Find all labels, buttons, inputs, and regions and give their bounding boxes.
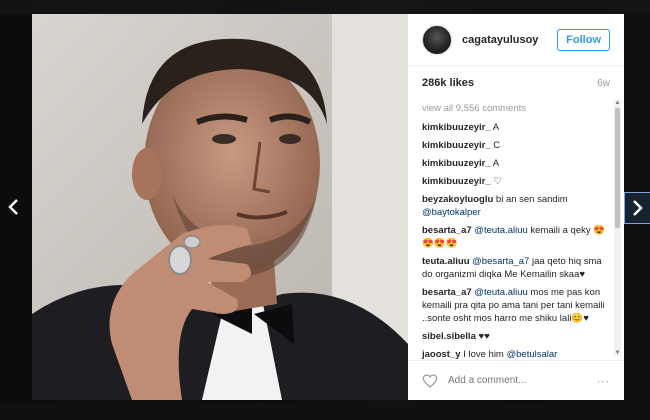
post-sidebar: cagatayulusoy Follow 286k likes 6w view … (408, 14, 624, 400)
comment-item: beyzakoyluoglu bi an sen sandim @baytoka… (422, 193, 608, 219)
post-header: cagatayulusoy Follow (408, 14, 624, 66)
chevron-left-icon (8, 199, 18, 215)
comment-mention[interactable]: @teuta.aliuu (472, 225, 528, 236)
likes-count[interactable]: 286k likes (422, 77, 474, 89)
comment-mention[interactable]: @baytokalper (422, 207, 481, 218)
previous-post-button[interactable] (0, 192, 26, 222)
comment-username[interactable]: kimkibuuzeyir_ (422, 122, 491, 133)
scroll-down-arrow-icon[interactable]: ▼ (614, 350, 621, 356)
chevron-right-icon (633, 200, 643, 216)
scroll-up-arrow-icon[interactable]: ▲ (614, 100, 621, 106)
comment-item: kimkibuuzeyir_ C (422, 139, 608, 152)
comment-item: sibel.sibella ♥♥ (422, 330, 608, 343)
comment-mention[interactable]: @teuta.aliuu (472, 287, 528, 298)
comment-item: teuta.aliuu @besarta_a7 jaa qeto hiq sma… (422, 255, 608, 281)
scrollbar-thumb[interactable] (615, 108, 620, 228)
comment-username[interactable]: besarta_a7 (422, 287, 472, 298)
comment-username[interactable]: sibel.sibella (422, 331, 476, 342)
comment-username[interactable]: kimkibuuzeyir_ (422, 140, 491, 151)
heart-icon[interactable] (422, 373, 438, 389)
comment-username[interactable]: besarta_a7 (422, 225, 472, 236)
comment-item: besarta_a7 @teuta.aliuu kemaili a qeky 😍… (422, 224, 608, 250)
comment-username[interactable]: teuta.aliuu (422, 256, 470, 267)
comment-item: kimkibuuzeyir_ A (422, 157, 608, 170)
avatar[interactable] (422, 24, 452, 55)
comment-mention[interactable]: @betulsalar (506, 349, 557, 360)
view-all-comments-link[interactable]: view all 9,556 comments (422, 102, 608, 115)
post-stats: 286k likes 6w (408, 66, 624, 100)
post-footer: ∙∙∙ (408, 360, 624, 400)
comment-username[interactable]: kimkibuuzeyir_ (422, 158, 491, 169)
comment-text: I love him (460, 349, 507, 360)
comment-text: A (490, 158, 500, 169)
add-comment-input[interactable] (446, 374, 597, 387)
comment-item: besarta_a7 @teuta.aliuu mos me pas kon k… (422, 286, 608, 325)
post-time: 6w (597, 77, 610, 89)
comment-username[interactable]: kimkibuuzeyir_ (422, 176, 491, 187)
post-modal: cagatayulusoy Follow 286k likes 6w view … (32, 14, 624, 400)
next-post-button[interactable] (624, 192, 650, 224)
comment-text: bi an sen sandim (493, 194, 568, 205)
post-image (32, 14, 408, 400)
comment-item: jaoost_y I love him @betulsalar (422, 348, 608, 360)
comments-scrollbar[interactable]: ▲ ▼ (614, 100, 621, 356)
comment-mention[interactable]: @besarta_a7 (470, 256, 529, 267)
comment-text: ♥♥ (475, 331, 490, 342)
comment-username[interactable]: jaoost_y (422, 349, 461, 360)
username-link[interactable]: cagatayulusoy (462, 34, 557, 46)
comment-username[interactable]: beyzakoyluoglu (422, 194, 493, 205)
comment-item: kimkibuuzeyir_ A (422, 121, 608, 134)
comment-item: kimkibuuzeyir_ ♡ (422, 175, 608, 188)
comments-list: view all 9,556 comments kimkibuuzeyir_ A… (422, 100, 608, 360)
comment-text: ♡ (490, 176, 502, 187)
follow-button[interactable]: Follow (557, 28, 610, 51)
comment-text: C (490, 140, 501, 151)
post-photo[interactable] (32, 14, 408, 400)
comment-text: A (490, 122, 500, 133)
more-options-button[interactable]: ∙∙∙ (597, 374, 610, 388)
comments-section: view all 9,556 comments kimkibuuzeyir_ A… (408, 100, 624, 360)
